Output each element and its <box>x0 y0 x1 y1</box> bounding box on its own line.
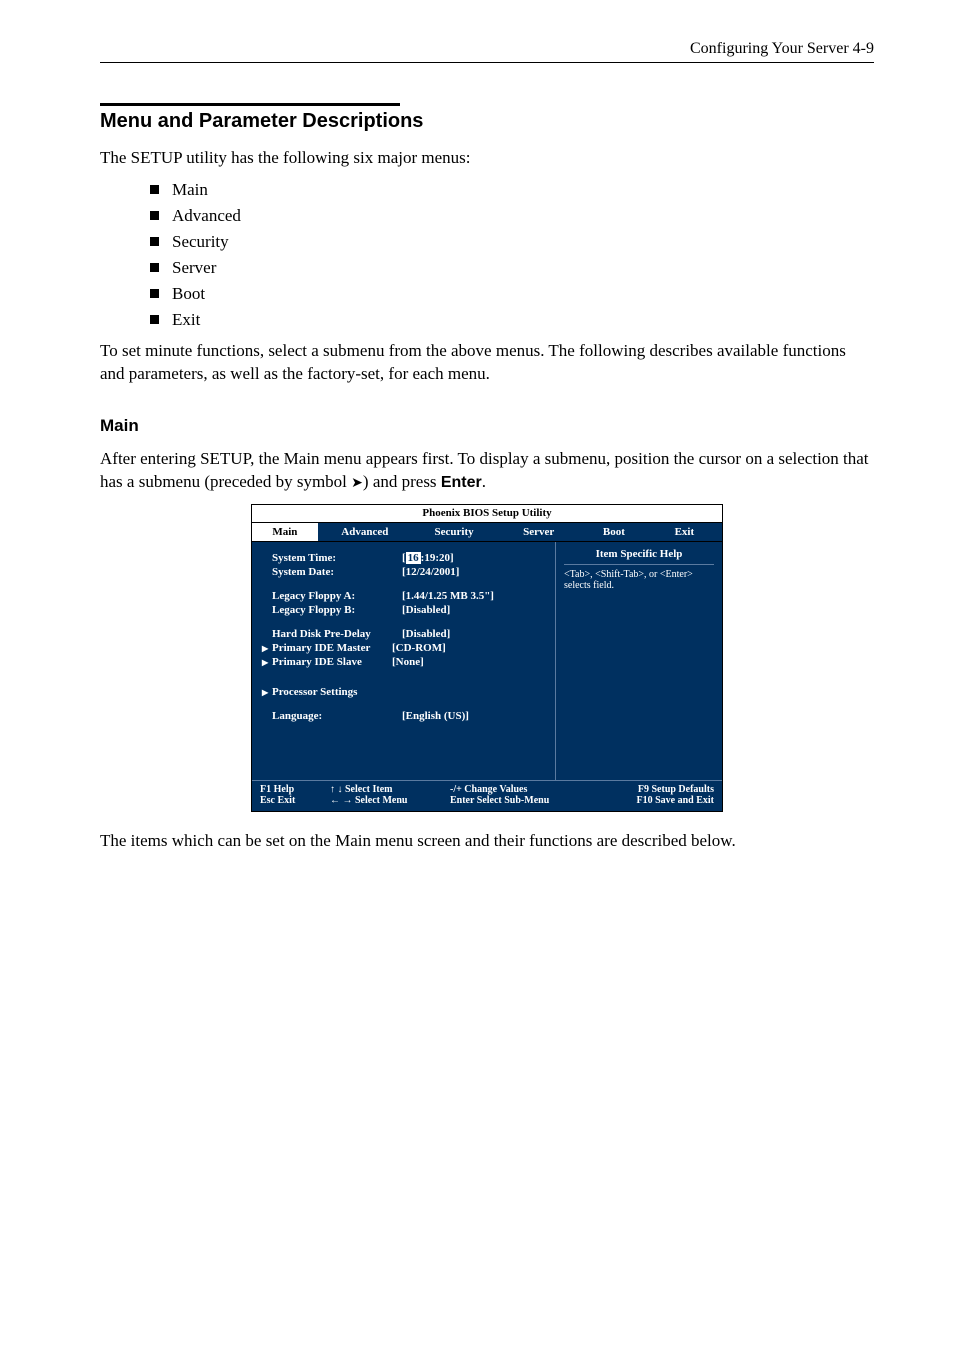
bios-help-pane: Item Specific Help <Tab>, <Shift-Tab>, o… <box>556 542 722 780</box>
bios-tab-advanced: Advanced <box>318 523 412 541</box>
val-post: :19:20] <box>421 552 454 564</box>
section-title: Menu and Parameter Descriptions <box>100 110 874 133</box>
footer-cell: Enter Select Sub-Menu <box>450 795 600 806</box>
bios-value: [12/24/2001] <box>402 566 459 578</box>
bios-tab-exit: Exit <box>647 523 722 541</box>
para-part-b: ) and press <box>363 472 441 491</box>
list-item: Exit <box>150 310 874 330</box>
footer-cell: Esc Exit <box>260 795 330 806</box>
footer-cell: F10 Save and Exit <box>600 795 714 806</box>
bios-help-heading: Item Specific Help <box>564 548 714 565</box>
footer-cell: F9 Setup Defaults <box>600 784 714 795</box>
footer-cell: -/+ Change Values <box>450 784 600 795</box>
bios-value: [None] <box>392 656 424 668</box>
list-item: Boot <box>150 284 874 304</box>
bios-label: System Time: <box>272 552 402 564</box>
bios-help-text: <Tab>, <Shift-Tab>, or <Enter> selects f… <box>564 569 714 591</box>
bios-label-submenu: Primary IDE Master <box>262 642 392 654</box>
bios-left-pane: System Time: [16:19:20] System Date: [12… <box>252 542 556 780</box>
bios-label: Legacy Floppy A: <box>272 590 402 602</box>
submenu-arrow-icon: ➤ <box>351 476 363 491</box>
bios-label-submenu: Processor Settings <box>262 686 392 698</box>
bios-tab-server: Server <box>496 523 581 541</box>
bios-tab-boot: Boot <box>581 523 647 541</box>
list-item: Advanced <box>150 206 874 226</box>
para-part-c: . <box>482 472 486 491</box>
bios-label: Legacy Floppy B: <box>272 604 402 616</box>
para-2: To set minute functions, select a submen… <box>100 340 874 386</box>
bios-screenshot: Phoenix BIOS Setup Utility Main Advanced… <box>251 504 723 812</box>
section-rule <box>100 103 400 106</box>
bios-tab-bar: Main Advanced Security Server Boot Exit <box>252 523 722 542</box>
bios-value: [1.44/1.25 MB 3.5"] <box>402 590 494 602</box>
bios-label: Hard Disk Pre-Delay <box>272 628 402 640</box>
subsection-title: Main <box>100 416 874 436</box>
bios-tab-security: Security <box>412 523 497 541</box>
list-item: Security <box>150 232 874 252</box>
bios-value: [English (US)] <box>402 710 469 722</box>
menu-bullet-list: Main Advanced Security Server Boot Exit <box>150 180 874 330</box>
footer-cell: F1 Help <box>260 784 330 795</box>
enter-key-label: Enter <box>441 474 482 491</box>
closing-paragraph: The items which can be set on the Main m… <box>100 830 874 853</box>
bios-label: System Date: <box>272 566 402 578</box>
bios-cursor: 16 <box>406 552 421 564</box>
bios-label-submenu: Primary IDE Slave <box>262 656 392 668</box>
main-paragraph: After entering SETUP, the Main menu appe… <box>100 448 874 494</box>
bios-footer: F1 Help ↑ ↓ Select Item -/+ Change Value… <box>252 780 722 811</box>
intro-paragraph: The SETUP utility has the following six … <box>100 147 874 170</box>
list-item: Server <box>150 258 874 278</box>
bios-value: [CD-ROM] <box>392 642 446 654</box>
footer-cell: ↑ ↓ Select Item <box>330 784 450 795</box>
page-header: Configuring Your Server 4-9 <box>100 40 874 63</box>
bios-value: [Disabled] <box>402 628 450 640</box>
footer-cell: ← → Select Menu <box>330 795 450 806</box>
bios-label: Language: <box>272 710 402 722</box>
bios-value: [Disabled] <box>402 604 450 616</box>
bios-title: Phoenix BIOS Setup Utility <box>252 505 722 523</box>
list-item: Main <box>150 180 874 200</box>
bios-tab-main: Main <box>252 523 318 541</box>
bios-value: [16:19:20] <box>402 552 454 564</box>
